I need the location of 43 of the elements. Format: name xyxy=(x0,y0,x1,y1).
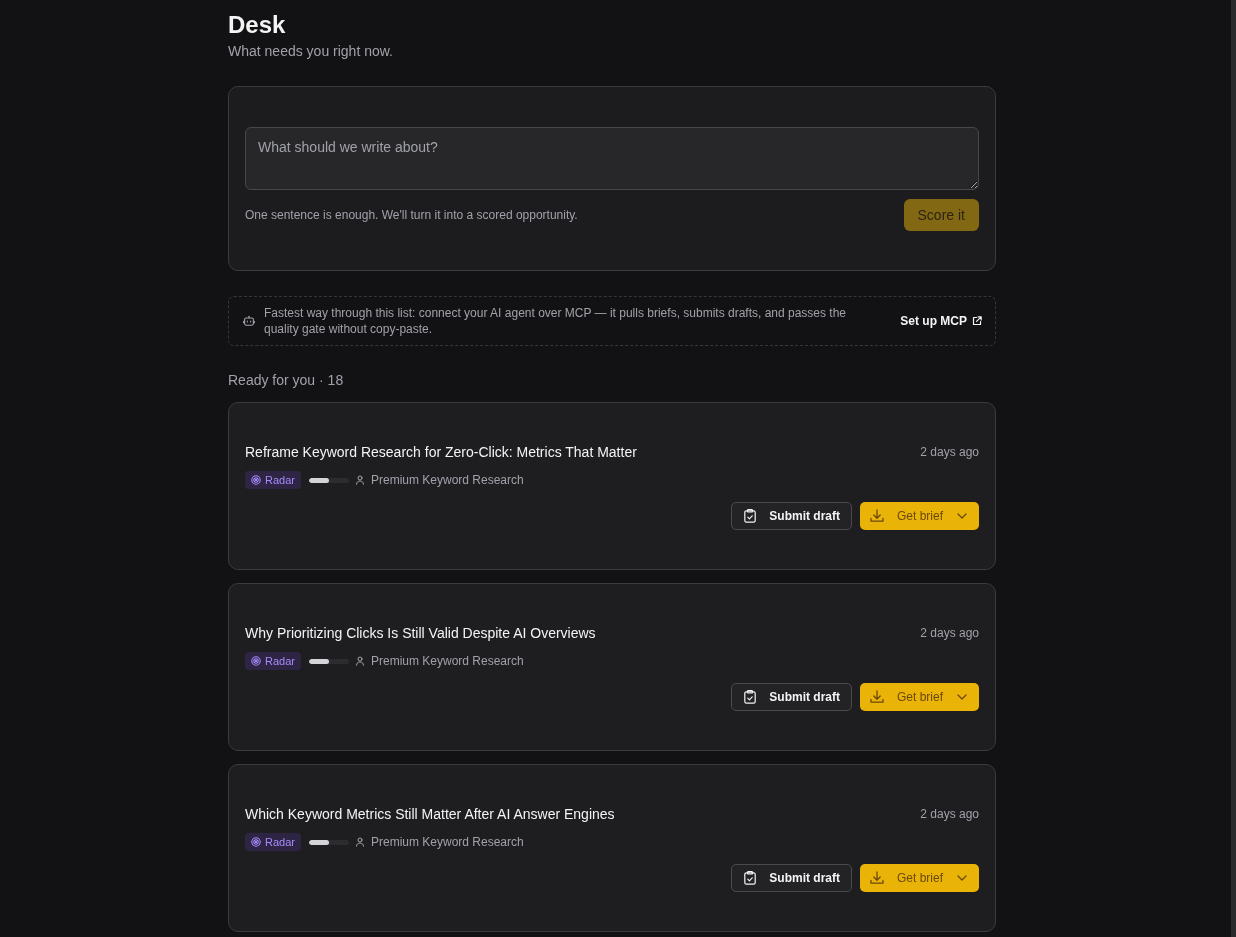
clipboard-check-icon xyxy=(744,509,757,523)
source-tag-label: Radar xyxy=(265,474,295,486)
robot-icon xyxy=(243,315,255,327)
chevron-down-icon xyxy=(957,513,967,519)
opportunity-title: Which Keyword Metrics Still Matter After AI Answer Engines xyxy=(245,805,615,824)
submit-draft-button[interactable]: Submit draft xyxy=(731,502,852,530)
get-brief-button[interactable]: Get brief xyxy=(859,864,979,892)
clipboard-check-icon xyxy=(744,690,757,704)
source-tag-label: Radar xyxy=(265,836,295,848)
submit-draft-button[interactable]: Submit draft xyxy=(731,683,852,711)
time-ago: 2 days ago xyxy=(920,626,979,640)
prompt-field[interactable]: What should we write about? xyxy=(245,127,979,190)
time-ago: 2 days ago xyxy=(920,445,979,459)
page-title: Desk xyxy=(228,10,286,40)
get-brief-button[interactable]: Get brief xyxy=(859,502,979,530)
owner-name: Premium Keyword Research xyxy=(370,473,524,487)
composer-hint: One sentence is enough. We'll turn it into a scored opportunity. xyxy=(245,208,578,222)
submit-draft-button[interactable]: Submit draft xyxy=(731,864,852,892)
opportunity-title: Why Prioritizing Clicks Is Still Valid Despite AI Overviews xyxy=(245,624,596,643)
source-tag-label: Radar xyxy=(265,655,295,667)
chevron-down-icon xyxy=(957,875,967,881)
target-icon xyxy=(251,837,261,847)
target-icon xyxy=(251,656,261,666)
setup-mcp-link[interactable]: Set up MCP xyxy=(900,314,982,328)
person-icon xyxy=(354,837,365,847)
person-icon xyxy=(354,475,365,485)
mcp-banner-text: Fastest way through this list: connect your AI agent over MCP — it pulls briefs, submits drafts, and passes the quality gate without copy-paste. xyxy=(264,305,848,337)
scrollbar[interactable] xyxy=(1231,0,1236,937)
target-icon xyxy=(251,475,261,485)
download-icon xyxy=(869,871,884,885)
clipboard-check-icon xyxy=(744,871,757,885)
owner-name: Premium Keyword Research xyxy=(370,835,524,849)
get-brief-button[interactable]: Get brief xyxy=(859,683,979,711)
page-subtitle: What needs you right now. xyxy=(228,42,393,61)
opportunity-title: Reframe Keyword Research for Zero-Click: Metrics That Matter xyxy=(245,443,637,462)
download-icon xyxy=(869,509,884,523)
owner-name: Premium Keyword Research xyxy=(370,654,524,668)
external-link-icon xyxy=(972,316,982,326)
section-heading: Ready for you · 18 xyxy=(228,371,344,390)
download-icon xyxy=(869,690,884,704)
person-icon xyxy=(354,656,365,666)
time-ago: 2 days ago xyxy=(920,807,979,821)
chevron-down-icon xyxy=(957,694,967,700)
